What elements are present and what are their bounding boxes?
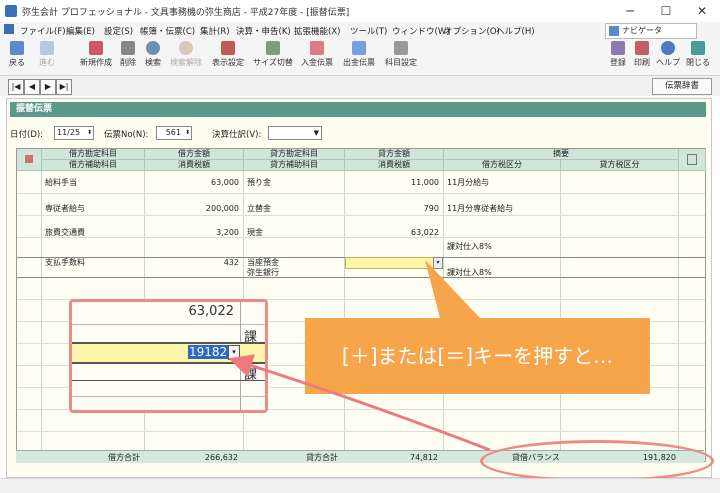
annotation-arrows [228,354,491,452]
status-bar [0,478,720,493]
